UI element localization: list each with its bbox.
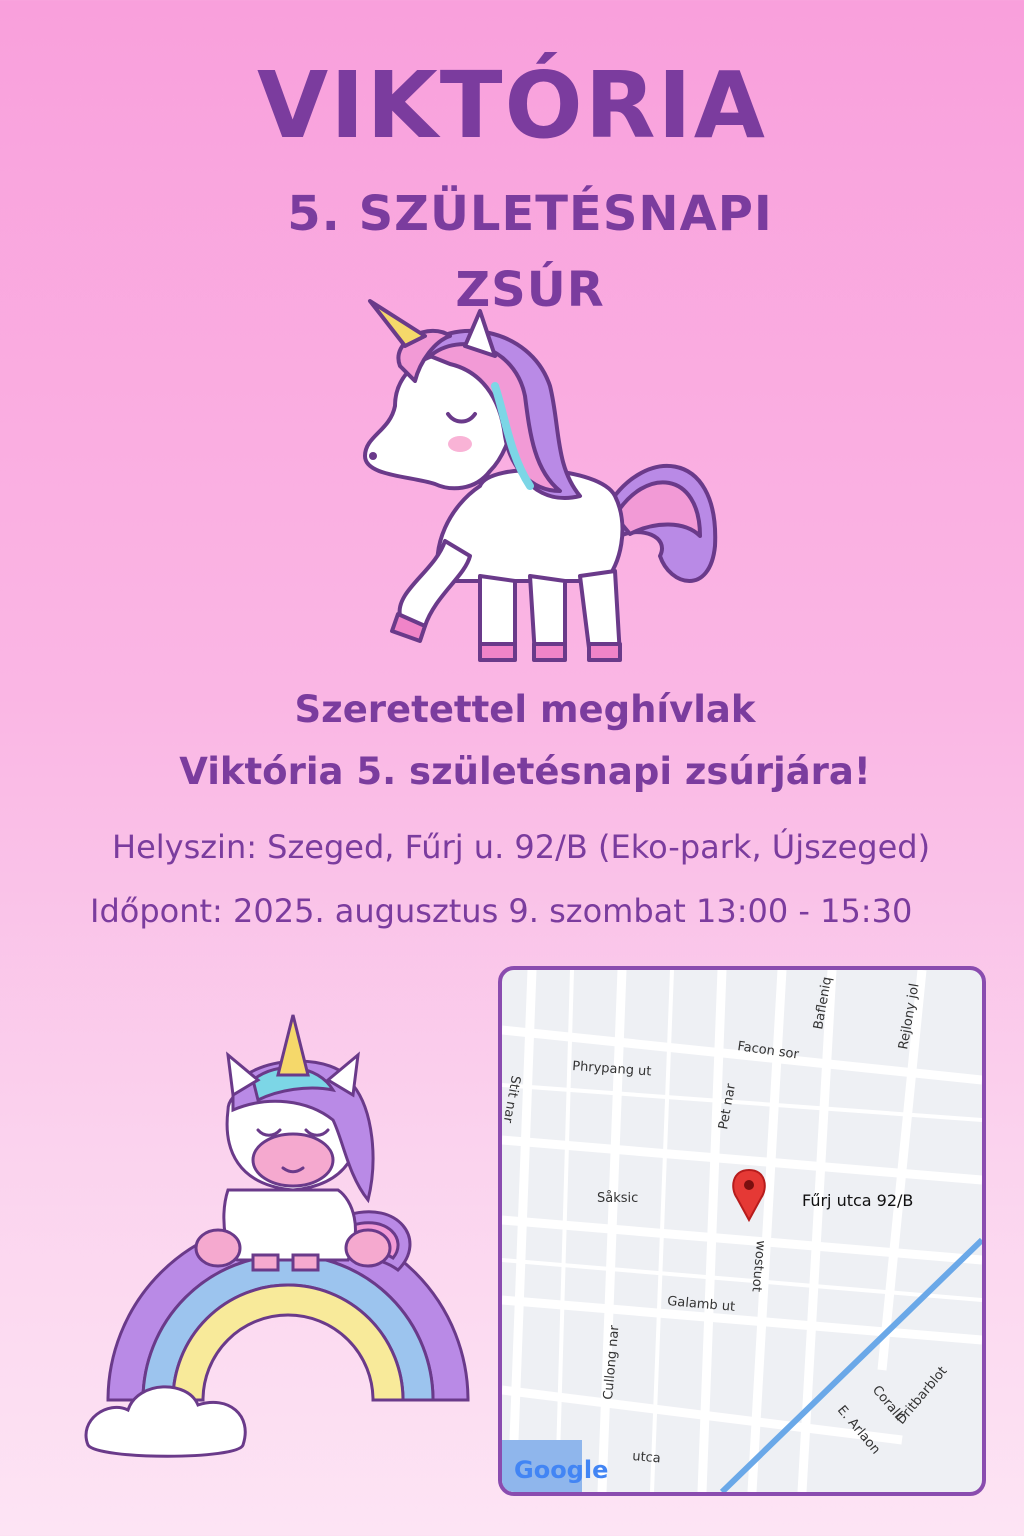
map-pin-label: Fűrj utca 92/B: [802, 1191, 913, 1210]
map-street-label: utca: [632, 1449, 662, 1466]
map-street-label: Phrypang ut: [572, 1059, 652, 1079]
page-title: VIKTÓRIA: [257, 52, 767, 159]
map-canvas[interactable]: Facon sorPhrypang utSåksicGalamb ututcaP…: [502, 970, 982, 1492]
unicorn-standing-illustration: [363, 299, 718, 662]
subtitle-line1: 5. SZÜLETÉSNAPI: [287, 186, 773, 242]
time-text: Időpont: 2025. augusztus 9. szombat 13:0…: [90, 892, 913, 930]
invitation-line2: Viktória 5. születésnapi zsúrjára!: [179, 750, 871, 793]
map-street-label: Dritbarblot: [894, 1364, 951, 1428]
map-pin-icon[interactable]: [732, 1168, 766, 1223]
location-map[interactable]: Facon sor Phrypang ut Såksic Galamb ut utca P…: [498, 966, 986, 1496]
map-street-label: Såksic: [597, 1191, 638, 1206]
location-text: Helyszin: Szeged, Fűrj u. 92/B (Eko-park…: [112, 828, 931, 866]
map-street-label: wostuot: [749, 1240, 768, 1293]
invitation-line1: Szeretettel meghívlak: [294, 688, 756, 731]
unicorn-on-rainbow-illustration: [84, 1014, 470, 1458]
map-street-label: Stit nar: [502, 1074, 523, 1124]
google-logo: Google: [514, 1456, 608, 1484]
